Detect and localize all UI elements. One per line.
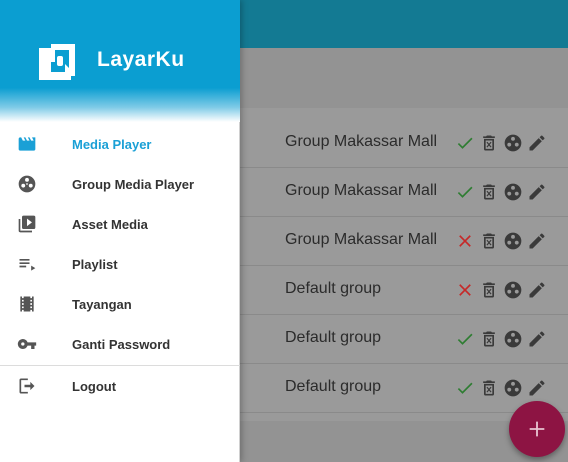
- row-actions: [453, 131, 549, 155]
- group-name: Default group: [285, 280, 382, 297]
- menu-item-group-media-player[interactable]: Group Media Player: [0, 164, 240, 204]
- cross-icon[interactable]: [453, 229, 477, 253]
- check-icon[interactable]: [453, 131, 477, 155]
- row-actions: [453, 278, 549, 302]
- delete-icon[interactable]: [477, 278, 501, 302]
- menu-item-label: Group Media Player: [72, 176, 195, 192]
- check-icon[interactable]: [453, 180, 477, 204]
- logout-icon: [16, 375, 38, 397]
- edit-icon[interactable]: [525, 131, 549, 155]
- menu-item-asset-media[interactable]: Asset Media: [0, 204, 240, 244]
- film-reel-icon[interactable]: [501, 376, 525, 400]
- film-reel-icon[interactable]: [501, 131, 525, 155]
- row-actions: [453, 229, 549, 253]
- edit-icon[interactable]: [525, 229, 549, 253]
- logout-label: Logout: [72, 378, 117, 394]
- film-reel-icon[interactable]: [501, 278, 525, 302]
- delete-icon[interactable]: [477, 180, 501, 204]
- clapperboard-icon: [16, 133, 38, 155]
- cross-icon[interactable]: [453, 278, 477, 302]
- app-name: LayarKu: [97, 48, 185, 71]
- edit-icon[interactable]: [525, 180, 549, 204]
- delete-icon[interactable]: [477, 327, 501, 351]
- menu-item-playlist[interactable]: Playlist: [0, 244, 240, 284]
- group-name: Group Makassar Mall: [285, 182, 438, 199]
- film-reel-icon: [16, 173, 38, 195]
- group-name: Group Makassar Mall: [285, 231, 438, 248]
- menu-item-label: Ganti Password: [72, 336, 171, 352]
- menu-item-label: Tayangan: [72, 296, 132, 312]
- drawer-header: LayarKu: [0, 0, 240, 122]
- row-actions: [453, 376, 549, 400]
- menu-item-tayangan[interactable]: Tayangan: [0, 284, 240, 324]
- navigation-drawer: LayarKu Media Player Group Media Player …: [0, 0, 240, 462]
- group-name: Group Makassar Mall: [285, 133, 438, 150]
- menu-item-label: Media Player: [72, 136, 152, 152]
- row-actions: [453, 180, 549, 204]
- layarku-logo-icon: [39, 44, 75, 80]
- edit-icon[interactable]: [525, 376, 549, 400]
- delete-icon[interactable]: [477, 229, 501, 253]
- menu-item-label: Asset Media: [72, 216, 148, 232]
- plus-icon: [529, 421, 545, 437]
- group-name: Default group: [285, 329, 382, 346]
- edit-icon[interactable]: [525, 278, 549, 302]
- check-icon[interactable]: [453, 376, 477, 400]
- menu-item-label: Playlist: [72, 256, 118, 272]
- film-reel-icon[interactable]: [501, 180, 525, 204]
- check-icon[interactable]: [453, 327, 477, 351]
- playlist-icon: [16, 253, 38, 275]
- video-library-icon: [16, 213, 38, 235]
- add-button[interactable]: [509, 401, 565, 457]
- edit-icon[interactable]: [525, 327, 549, 351]
- key-icon: [16, 333, 38, 355]
- menu-item-media-player[interactable]: Media Player: [0, 124, 240, 164]
- drawer-menu: Media Player Group Media Player Asset Me…: [0, 124, 240, 406]
- film-reel-icon[interactable]: [501, 327, 525, 351]
- row-actions: [453, 327, 549, 351]
- film-strip-icon: [16, 293, 38, 315]
- delete-icon[interactable]: [477, 131, 501, 155]
- group-name: Default group: [285, 378, 382, 395]
- menu-item-ganti-password[interactable]: Ganti Password: [0, 324, 240, 364]
- film-reel-icon[interactable]: [501, 229, 525, 253]
- delete-icon[interactable]: [477, 376, 501, 400]
- menu-item-logout[interactable]: Logout: [0, 366, 240, 406]
